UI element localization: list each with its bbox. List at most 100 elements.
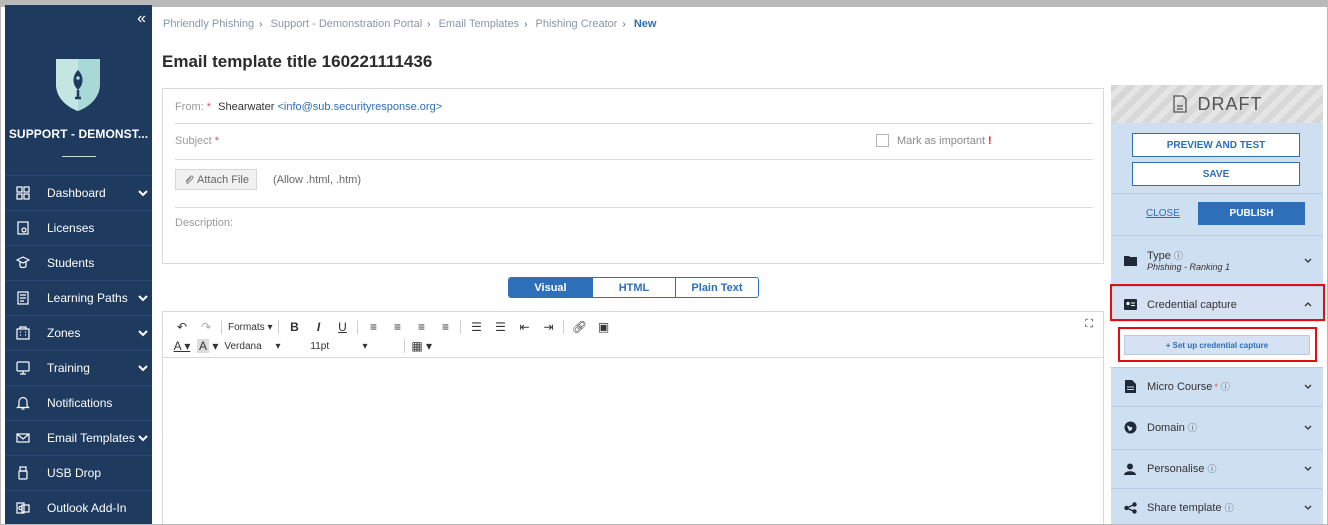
align-right-icon[interactable]: ≡ bbox=[412, 318, 430, 336]
toolbar-separator bbox=[460, 320, 462, 334]
sidebar: « SUPPORT - DEMONST... Dashboard License… bbox=[5, 5, 152, 524]
italic-icon[interactable]: I bbox=[309, 318, 327, 336]
align-center-icon[interactable]: ≡ bbox=[388, 318, 406, 336]
formats-dropdown[interactable]: Formats ▾ bbox=[228, 318, 272, 336]
font-family-select[interactable]: Verdana ▾ bbox=[224, 337, 304, 355]
personalise-label: Personalise bbox=[1147, 462, 1205, 475]
shield-logo-icon bbox=[56, 59, 100, 111]
mark-important-checkbox[interactable] bbox=[876, 134, 889, 147]
sidebar-item-label: Zones bbox=[47, 326, 81, 340]
breadcrumb-item[interactable]: Phishing Creator bbox=[535, 18, 617, 30]
folder-icon bbox=[1123, 254, 1137, 268]
tab-visual[interactable]: Visual bbox=[509, 278, 592, 297]
sidebar-item-outlook-add-in[interactable]: Outlook Add-In bbox=[5, 490, 152, 524]
indent-icon[interactable]: ⇥ bbox=[539, 318, 557, 336]
section-domain[interactable]: Domain ⓘ bbox=[1111, 406, 1323, 448]
font-size-select[interactable]: 11pt ▾ bbox=[310, 337, 398, 355]
chevron-down-icon bbox=[1304, 258, 1312, 263]
editor-mode-tabs: Visual HTML Plain Text bbox=[508, 277, 759, 298]
rich-text-editor[interactable]: ↶ ↷ Formats ▾ B I U ≡ ≡ ≡ ≡ ☰ ☰ ⇤ ⇥ 🔗︎ ▣… bbox=[162, 311, 1104, 524]
numbered-list-icon[interactable]: ☰ bbox=[491, 318, 509, 336]
info-icon[interactable]: ⓘ bbox=[1188, 421, 1197, 434]
mark-important-toggle[interactable]: Mark as important ! bbox=[876, 134, 992, 147]
tab-html[interactable]: HTML bbox=[592, 278, 675, 297]
save-button[interactable]: SAVE bbox=[1132, 162, 1300, 186]
align-left-icon[interactable]: ≡ bbox=[364, 318, 382, 336]
outdent-icon[interactable]: ⇤ bbox=[515, 318, 533, 336]
sidebar-item-licenses[interactable]: Licenses bbox=[5, 210, 152, 245]
breadcrumb-item[interactable]: Support - Demonstration Portal bbox=[271, 18, 423, 30]
chevron-down-icon bbox=[1304, 425, 1312, 430]
sidebar-item-students[interactable]: Students bbox=[5, 245, 152, 280]
paperclip-icon bbox=[185, 174, 194, 184]
sidebar-item-zones[interactable]: Zones bbox=[5, 315, 152, 350]
close-link[interactable]: CLOSE bbox=[1146, 208, 1180, 219]
micro-course-label: Micro Course bbox=[1147, 380, 1213, 393]
sidebar-item-dashboard[interactable]: Dashboard bbox=[5, 175, 152, 210]
breadcrumb-separator: › bbox=[427, 19, 431, 30]
collapse-sidebar-icon[interactable]: « bbox=[137, 11, 146, 27]
undo-icon[interactable]: ↶ bbox=[173, 318, 191, 336]
redo-icon[interactable]: ↷ bbox=[197, 318, 215, 336]
info-icon[interactable]: ⓘ bbox=[1207, 462, 1216, 475]
breadcrumb-item[interactable]: Phriendly Phishing bbox=[163, 18, 254, 30]
dashboard-icon bbox=[13, 183, 33, 203]
section-type[interactable]: Type ⓘ Phishing - Ranking 1 bbox=[1111, 235, 1323, 285]
document-icon bbox=[1172, 95, 1187, 113]
sidebar-item-learning-paths[interactable]: Learning Paths bbox=[5, 280, 152, 315]
section-micro-course[interactable]: Micro Course * ⓘ bbox=[1111, 367, 1323, 405]
table-icon[interactable]: ▦ ▾ bbox=[411, 337, 432, 355]
chevron-down-icon bbox=[138, 295, 148, 302]
chevron-down-icon bbox=[138, 365, 148, 372]
text-color-icon[interactable]: A ▾ bbox=[173, 337, 191, 355]
chevron-down-icon bbox=[1304, 466, 1312, 471]
share-template-label: Share template bbox=[1147, 501, 1222, 514]
publish-button[interactable]: PUBLISH bbox=[1198, 202, 1305, 225]
attach-file-label: Attach File bbox=[197, 173, 249, 186]
credential-capture-highlight bbox=[1110, 284, 1325, 321]
subject-field[interactable]: Subject * bbox=[175, 135, 219, 147]
field-divider bbox=[175, 207, 1093, 208]
toolbar-separator bbox=[221, 320, 222, 334]
attach-hint: (Allow .html, .htm) bbox=[273, 174, 362, 186]
info-icon[interactable]: ⓘ bbox=[1174, 251, 1183, 261]
tab-plain-text[interactable]: Plain Text bbox=[675, 278, 758, 297]
zones-icon bbox=[13, 323, 33, 343]
description-field[interactable]: Description: bbox=[175, 217, 233, 229]
info-icon[interactable]: ⓘ bbox=[1225, 501, 1234, 514]
toolbar-separator bbox=[563, 320, 565, 334]
sidebar-item-label: Training bbox=[47, 361, 90, 375]
bold-icon[interactable]: B bbox=[285, 318, 303, 336]
sidebar-item-training[interactable]: Training bbox=[5, 350, 152, 385]
bell-icon bbox=[13, 393, 33, 413]
sidebar-item-email-templates[interactable]: Email Templates bbox=[5, 420, 152, 455]
file-icon bbox=[1123, 380, 1137, 394]
background-color-icon[interactable]: A ▾ bbox=[197, 337, 218, 355]
mark-important-label: Mark as important bbox=[897, 134, 986, 147]
breadcrumb-separator: › bbox=[259, 19, 263, 30]
preview-and-test-button[interactable]: PREVIEW AND TEST bbox=[1132, 133, 1300, 157]
toolbar-row-2: A ▾ A ▾ Verdana ▾ 11pt ▾ ▦ ▾ bbox=[173, 337, 438, 355]
attach-file-button[interactable]: Attach File bbox=[175, 169, 257, 190]
underline-icon[interactable]: U bbox=[333, 318, 351, 336]
from-row[interactable]: From: * Shearwater <info@sub.securityres… bbox=[175, 101, 442, 113]
editor-toolbar: ↶ ↷ Formats ▾ B I U ≡ ≡ ≡ ≡ ☰ ☰ ⇤ ⇥ 🔗︎ ▣… bbox=[163, 312, 1103, 358]
field-divider bbox=[175, 123, 1093, 124]
org-name: SUPPORT - DEMONST... bbox=[8, 127, 149, 141]
students-icon bbox=[13, 253, 33, 273]
type-value: Phishing - Ranking 1 bbox=[1147, 262, 1231, 272]
link-icon[interactable]: 🔗︎ bbox=[570, 318, 588, 336]
fullscreen-icon[interactable]: ⛶ bbox=[1085, 318, 1093, 331]
bullet-list-icon[interactable]: ☰ bbox=[467, 318, 485, 336]
breadcrumb-item[interactable]: Email Templates bbox=[439, 18, 520, 30]
sidebar-divider bbox=[62, 156, 96, 157]
image-icon[interactable]: ▣ bbox=[594, 318, 612, 336]
section-share-template[interactable]: Share template ⓘ bbox=[1111, 488, 1323, 524]
sidebar-item-usb-drop[interactable]: USB Drop bbox=[5, 455, 152, 490]
info-icon[interactable]: ⓘ bbox=[1221, 380, 1230, 393]
section-personalise[interactable]: Personalise ⓘ bbox=[1111, 449, 1323, 487]
align-justify-icon[interactable]: ≡ bbox=[436, 318, 454, 336]
sidebar-item-notifications[interactable]: Notifications bbox=[5, 385, 152, 420]
breadcrumb-separator: › bbox=[622, 19, 626, 30]
chevron-down-icon bbox=[138, 190, 148, 197]
